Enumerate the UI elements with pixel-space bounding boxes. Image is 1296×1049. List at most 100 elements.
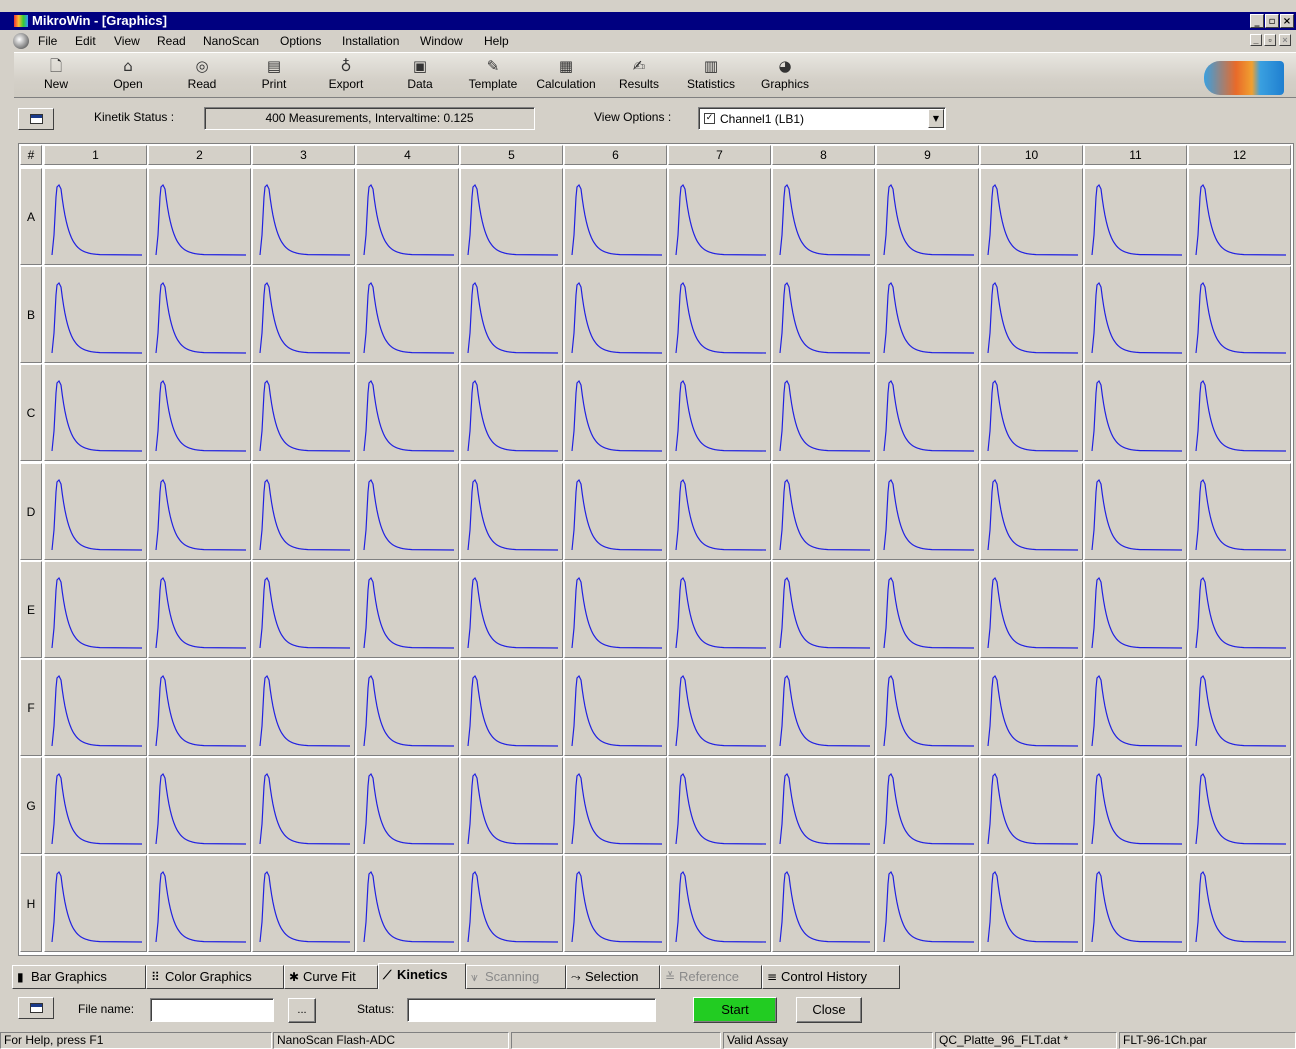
row-header-B[interactable]: B <box>20 266 42 363</box>
menu-view[interactable]: View <box>114 34 140 48</box>
well-F7[interactable] <box>668 659 771 756</box>
row-header-E[interactable]: E <box>20 561 42 658</box>
well-D6[interactable] <box>564 463 667 560</box>
well-B10[interactable] <box>980 266 1083 363</box>
well-F3[interactable] <box>252 659 355 756</box>
well-E12[interactable] <box>1188 561 1291 658</box>
well-E3[interactable] <box>252 561 355 658</box>
well-G6[interactable] <box>564 757 667 854</box>
well-G10[interactable] <box>980 757 1083 854</box>
well-F10[interactable] <box>980 659 1083 756</box>
menu-edit[interactable]: Edit <box>75 34 96 48</box>
well-C10[interactable] <box>980 364 1083 461</box>
tab-selection[interactable]: ⤳ Selection <box>566 965 660 989</box>
column-header-8[interactable]: 8 <box>772 145 875 165</box>
document-system-icon[interactable] <box>13 33 29 49</box>
column-header-3[interactable]: 3 <box>252 145 355 165</box>
row-header-A[interactable]: A <box>20 168 42 265</box>
well-E5[interactable] <box>460 561 563 658</box>
well-H7[interactable] <box>668 855 771 952</box>
well-D8[interactable] <box>772 463 875 560</box>
tab-curve-fit[interactable]: ✱ Curve Fit <box>284 965 378 989</box>
minimize-button[interactable]: _ <box>1250 14 1264 28</box>
tab-color-graphics[interactable]: ⠿ Color Graphics <box>146 965 284 989</box>
well-B8[interactable] <box>772 266 875 363</box>
well-C4[interactable] <box>356 364 459 461</box>
well-G7[interactable] <box>668 757 771 854</box>
toolbar-data-button[interactable]: ▣ Data <box>400 55 440 97</box>
chevron-down-icon[interactable]: ▼ <box>928 109 944 128</box>
channel-checkbox[interactable]: ✓ <box>704 113 715 124</box>
toolbar-open-button[interactable]: ⌂ Open <box>108 55 148 97</box>
mdi-restore-button[interactable]: ▫ <box>1264 34 1276 46</box>
column-header-10[interactable]: 10 <box>980 145 1083 165</box>
well-F2[interactable] <box>148 659 251 756</box>
well-A9[interactable] <box>876 168 979 265</box>
column-header-7[interactable]: 7 <box>668 145 771 165</box>
menu-nanoscan[interactable]: NanoScan <box>203 34 259 48</box>
well-G9[interactable] <box>876 757 979 854</box>
well-H8[interactable] <box>772 855 875 952</box>
well-H3[interactable] <box>252 855 355 952</box>
well-B12[interactable] <box>1188 266 1291 363</box>
well-E6[interactable] <box>564 561 667 658</box>
column-header-5[interactable]: 5 <box>460 145 563 165</box>
close-panel-button[interactable]: Close <box>796 997 862 1023</box>
well-E7[interactable] <box>668 561 771 658</box>
tab-kinetics[interactable]: ⟋ Kinetics <box>378 963 466 989</box>
well-C7[interactable] <box>668 364 771 461</box>
menu-options[interactable]: Options <box>280 34 321 48</box>
well-C2[interactable] <box>148 364 251 461</box>
well-G8[interactable] <box>772 757 875 854</box>
well-H12[interactable] <box>1188 855 1291 952</box>
well-B11[interactable] <box>1084 266 1187 363</box>
well-C12[interactable] <box>1188 364 1291 461</box>
well-D2[interactable] <box>148 463 251 560</box>
well-D11[interactable] <box>1084 463 1187 560</box>
well-E9[interactable] <box>876 561 979 658</box>
tab-control-history[interactable]: ≡ Control History <box>762 965 900 989</box>
well-D7[interactable] <box>668 463 771 560</box>
well-A6[interactable] <box>564 168 667 265</box>
well-F1[interactable] <box>44 659 147 756</box>
start-button[interactable]: Start <box>693 997 777 1023</box>
tab-reference[interactable]: ≚ Reference <box>660 965 762 989</box>
well-E1[interactable] <box>44 561 147 658</box>
well-G12[interactable] <box>1188 757 1291 854</box>
well-F9[interactable] <box>876 659 979 756</box>
well-E8[interactable] <box>772 561 875 658</box>
tab-bar-graphics[interactable]: ▮ Bar Graphics <box>12 965 146 989</box>
column-header-11[interactable]: 11 <box>1084 145 1187 165</box>
well-D9[interactable] <box>876 463 979 560</box>
well-A10[interactable] <box>980 168 1083 265</box>
well-H2[interactable] <box>148 855 251 952</box>
well-C9[interactable] <box>876 364 979 461</box>
well-A5[interactable] <box>460 168 563 265</box>
well-B4[interactable] <box>356 266 459 363</box>
column-header-4[interactable]: 4 <box>356 145 459 165</box>
toolbar-print-button[interactable]: ▤ Print <box>254 55 294 97</box>
well-F12[interactable] <box>1188 659 1291 756</box>
well-C11[interactable] <box>1084 364 1187 461</box>
well-A2[interactable] <box>148 168 251 265</box>
well-G2[interactable] <box>148 757 251 854</box>
row-header-G[interactable]: G <box>20 757 42 854</box>
well-H4[interactable] <box>356 855 459 952</box>
menu-installation[interactable]: Installation <box>342 34 399 48</box>
well-B5[interactable] <box>460 266 563 363</box>
well-C5[interactable] <box>460 364 563 461</box>
well-E10[interactable] <box>980 561 1083 658</box>
well-D12[interactable] <box>1188 463 1291 560</box>
row-header-D[interactable]: D <box>20 463 42 560</box>
toolbar-graphics-button[interactable]: ◕ Graphics <box>756 55 814 97</box>
well-B7[interactable] <box>668 266 771 363</box>
mdi-minimize-button[interactable]: _ <box>1250 34 1262 46</box>
row-header-H[interactable]: H <box>20 855 42 952</box>
row-header-F[interactable]: F <box>20 659 42 756</box>
well-D3[interactable] <box>252 463 355 560</box>
column-header-12[interactable]: 12 <box>1188 145 1291 165</box>
well-E11[interactable] <box>1084 561 1187 658</box>
menu-read[interactable]: Read <box>157 34 186 48</box>
well-H1[interactable] <box>44 855 147 952</box>
kinetik-settings-button[interactable] <box>18 108 54 130</box>
